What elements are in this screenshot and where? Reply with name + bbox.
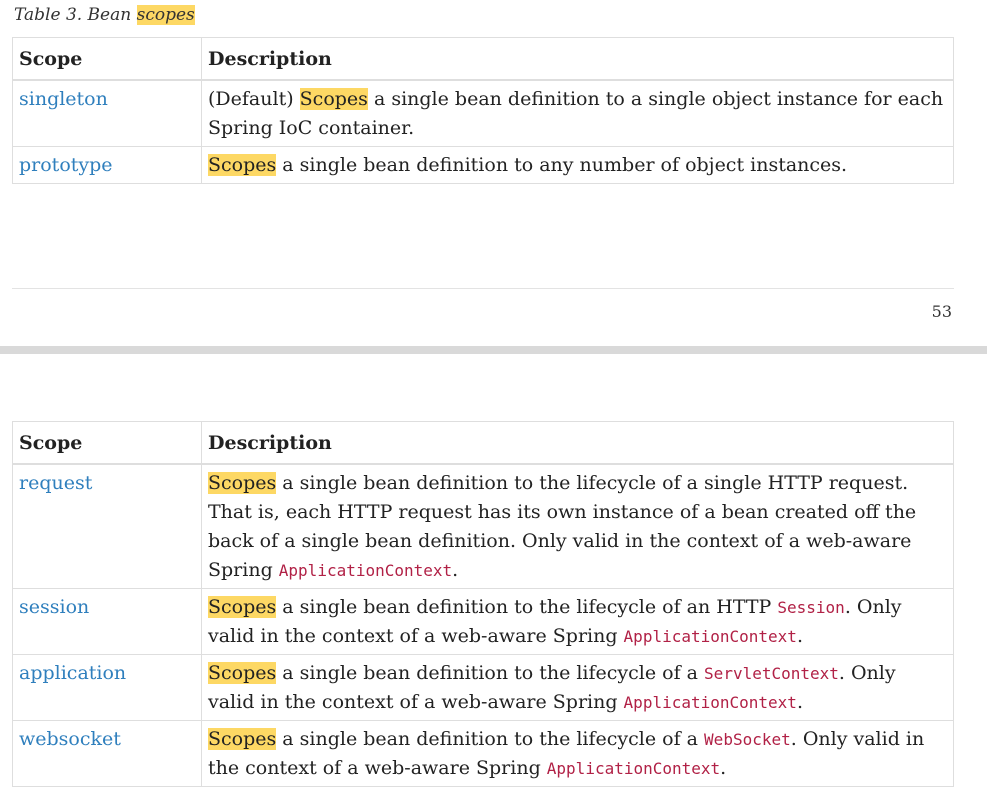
scope-cell: prototype [12,146,202,184]
table2-body: request Scopes a single bean definition t… [12,463,954,787]
scope-cell: application [12,654,202,721]
table-header-row: Scope Description [12,421,954,465]
code-term: ServletContext [704,664,839,683]
scope-cell: request [12,463,202,589]
description-cell: Scopes a single bean definition to the l… [201,588,954,655]
description-text: (Default) [208,88,300,110]
description-cell: Scopes a single bean definition to any n… [201,146,954,184]
caption-highlight: scopes [136,5,195,25]
bean-scopes-table-2: Scope Description request Scopes a single… [12,421,954,787]
table-row: session Scopes a single bean definition t… [12,588,954,655]
scope-link-request[interactable]: request [19,472,92,494]
search-highlight: Scopes [208,662,277,684]
table1-body: singleton (Default) Scopes a single bean … [12,79,954,184]
description-column-header: Description [201,421,954,465]
description-text: a single bean definition to the lifecycl… [276,596,778,618]
code-term: ApplicationContext [546,759,721,778]
scope-link-singleton[interactable]: singleton [19,88,108,110]
table-row: prototype Scopes a single bean definition… [12,146,954,184]
description-text: . [796,691,803,713]
table-row: request Scopes a single bean definition t… [12,463,954,589]
description-cell: Scopes a single bean definition to the l… [201,463,954,589]
code-term: ApplicationContext [623,693,797,712]
scope-link-application[interactable]: application [19,662,126,684]
scope-cell: singleton [12,79,202,147]
table-row: websocket Scopes a single bean definition… [12,720,954,787]
scope-link-websocket[interactable]: websocket [19,728,121,750]
description-cell: Scopes a single bean definition to the l… [201,720,954,787]
search-highlight: Scopes [208,596,277,618]
description-text: . [452,559,459,581]
search-highlight: Scopes [299,88,368,110]
scope-cell: session [12,588,202,655]
search-highlight: Scopes [208,728,277,750]
page-separator [0,346,987,354]
search-highlight: Scopes [208,472,277,494]
page-footer-rule [12,288,954,289]
description-column-header: Description [201,37,954,81]
code-term: Session [777,598,845,617]
description-cell: (Default) Scopes a single bean definitio… [201,79,954,147]
description-text: a single bean definition to any number o… [276,154,848,176]
table-caption: Table 3. Bean scopes [14,5,195,25]
description-cell: Scopes a single bean definition to the l… [201,654,954,721]
description-text: a single bean definition to the lifecycl… [276,662,705,684]
scope-cell: websocket [12,720,202,787]
scope-column-header: Scope [12,37,202,81]
scope-link-prototype[interactable]: prototype [19,154,113,176]
scope-link-session[interactable]: session [19,596,89,618]
table-row: application Scopes a single bean definiti… [12,654,954,721]
bean-scopes-table-1: Scope Description singleton (Default) Sco… [12,37,954,184]
code-term: ApplicationContext [623,627,797,646]
code-term: ApplicationContext [278,561,453,580]
description-text: . [796,625,803,647]
description-text: . [720,757,727,779]
table-row: singleton (Default) Scopes a single bean … [12,79,954,147]
description-text: a single bean definition to the lifecycl… [276,728,705,750]
table-header-row: Scope Description [12,37,954,81]
caption-prefix: Table 3. Bean [14,5,137,25]
code-term: WebSocket [704,730,791,749]
page-number: 53 [931,302,952,321]
scope-column-header: Scope [12,421,202,465]
search-highlight: Scopes [208,154,277,176]
